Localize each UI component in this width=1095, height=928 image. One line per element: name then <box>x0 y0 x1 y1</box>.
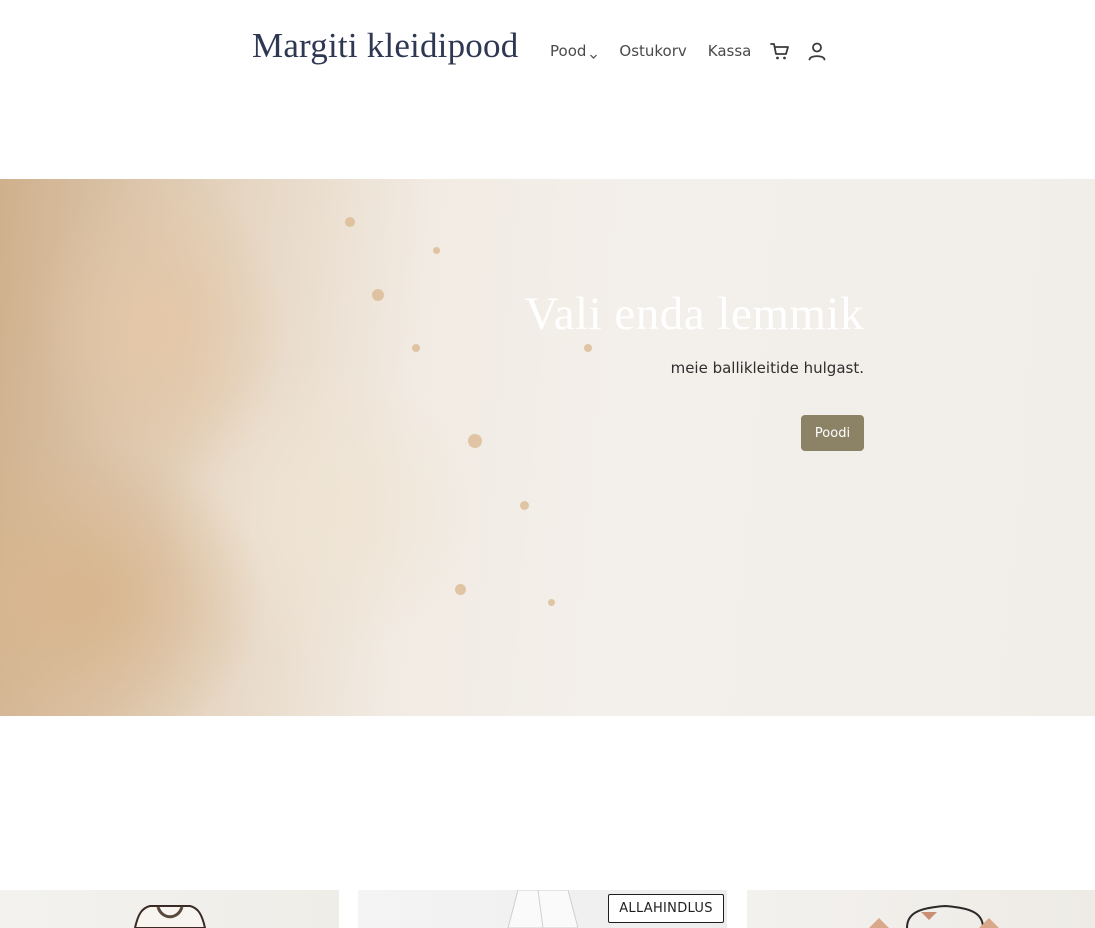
hero-subtitle: meie ballikleitide hulgast. <box>670 359 864 377</box>
decorative-sparkle <box>548 599 555 606</box>
user-icon[interactable] <box>806 40 828 62</box>
nav-item-pood-label: Pood <box>550 42 587 60</box>
cart-icon[interactable] <box>769 40 791 62</box>
product-image <box>133 905 207 928</box>
nav-item-pood[interactable]: Pood <box>550 42 598 60</box>
site-logo[interactable]: Margiti kleidipood <box>252 26 518 66</box>
decorative-sparkle <box>433 247 440 254</box>
decorative-sparkle <box>455 584 466 595</box>
product-grid <box>0 890 1095 928</box>
product-card[interactable] <box>0 890 339 928</box>
product-image <box>869 904 999 928</box>
nav-item-kassa[interactable]: Kassa <box>708 42 752 60</box>
hero-title: Vali enda lemmik <box>524 288 864 340</box>
decorative-sparkle <box>345 217 355 227</box>
site-header: Margiti kleidipood Pood Ostukorv Kassa <box>0 0 1095 100</box>
decorative-sparkle <box>412 344 420 352</box>
sale-badge: ALLAHINDLUS <box>608 894 724 923</box>
decorative-sparkle <box>584 344 592 352</box>
decorative-sparkle <box>468 434 482 448</box>
hero-banner: Vali enda lemmik meie ballikleitide hulg… <box>0 179 1095 716</box>
chevron-down-icon <box>589 47 598 59</box>
decorative-sparkle <box>520 501 529 510</box>
decorative-sparkle <box>372 289 384 301</box>
main-navigation: Pood Ostukorv Kassa <box>550 40 828 62</box>
shop-button[interactable]: Poodi <box>801 415 864 451</box>
product-card[interactable] <box>747 890 1095 928</box>
nav-item-ostukorv[interactable]: Ostukorv <box>619 42 686 60</box>
